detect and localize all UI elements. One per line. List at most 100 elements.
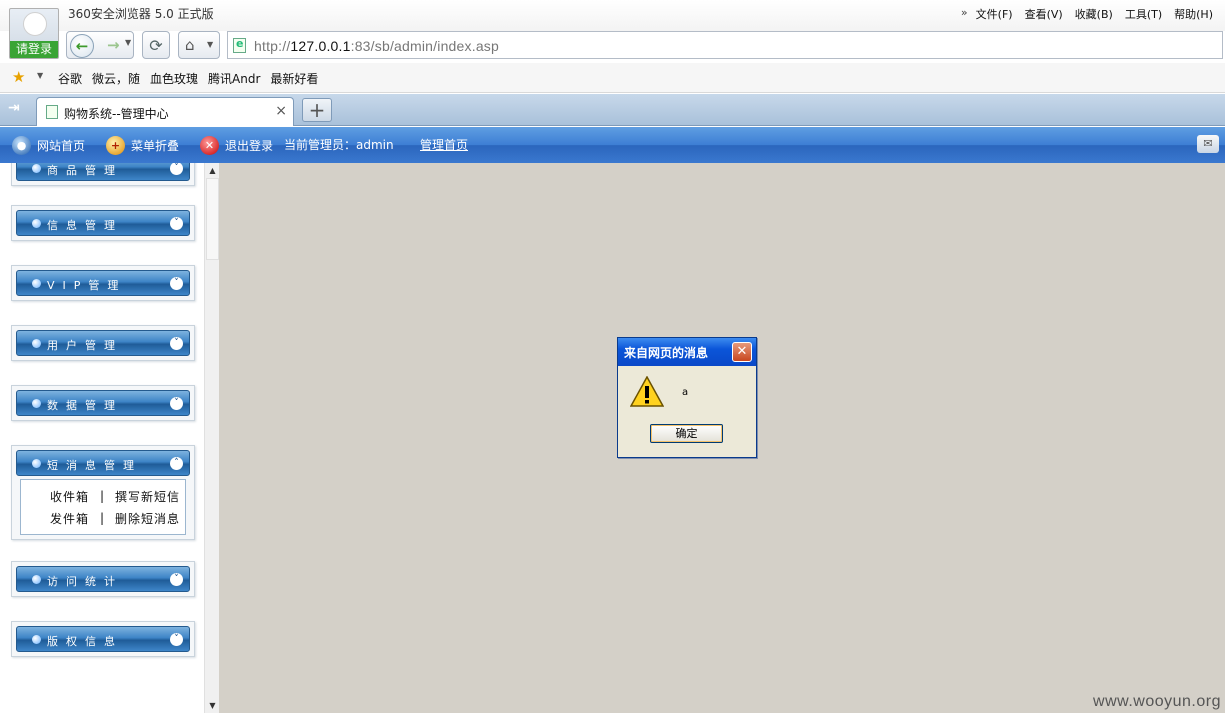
menu-header-vip[interactable]: VIP管理 ˅ [16,270,190,296]
chevron-down-icon[interactable]: ˅ [170,277,183,290]
menu-group-sms: 短消息管理 ˄ 收件箱 | 撰写新短信 发件箱 | 删除短消息 [11,445,195,540]
tab-close-icon[interactable]: × [275,103,287,119]
new-tab-button[interactable]: + [302,98,332,122]
favorites-dropdown-icon[interactable]: ▼ [37,71,43,80]
menu-favorites[interactable]: 收藏(B) [1075,6,1113,22]
bullet-icon [32,279,41,288]
fold-icon: + [106,136,125,155]
menu-title: 短消息管理 [47,459,142,472]
menu-tools[interactable]: 工具(T) [1125,6,1162,22]
delete-messages-link[interactable]: 删除短消息 [115,510,180,527]
tab-bar: ⇥ 购物系统--管理中心 × + [0,94,1225,126]
back-icon[interactable]: ← [70,34,94,58]
submenu-row: 发件箱 | 删除短消息 [21,507,185,529]
navigation-bar: ← → ▼ ⟳ ⌂ ▼ http://127.0.0.1:83/sb/admin… [62,31,1225,61]
browser-menu: » 文件(F) 查看(V) 收藏(B) 工具(T) 帮助(H) [961,6,1213,22]
menu-header-users[interactable]: 用户管理 ˅ [16,330,190,356]
forward-icon[interactable]: → [107,36,120,54]
bullet-icon [32,164,41,173]
menu-fold-link[interactable]: + 菜单折叠 [106,136,179,155]
scroll-thumb[interactable] [206,178,219,260]
bullet-icon [32,219,41,228]
watermark: www.wooyun.org [1093,693,1221,710]
menu-header-copyright[interactable]: 版权信息 ˅ [16,626,190,652]
menu-title: VIP管理 [47,279,127,292]
menu-file[interactable]: 文件(F) [976,6,1013,22]
url-host: 127.0.0.1 [290,38,351,54]
menu-more-icon[interactable]: » [961,6,968,22]
logout-link[interactable]: ✕ 退出登录 [200,136,273,155]
menu-title: 信息管理 [47,219,123,232]
home-dropdown-icon[interactable]: ▼ [207,40,213,49]
bullet-icon [32,575,41,584]
user-avatar[interactable]: 请登录 [9,8,59,59]
sms-submenu: 收件箱 | 撰写新短信 发件箱 | 删除短消息 [20,479,186,535]
page-icon [233,37,246,53]
menu-help[interactable]: 帮助(H) [1174,6,1213,22]
mail-icon[interactable]: ✉ [1197,135,1219,153]
menu-group-data: 数据管理 ˅ [11,385,195,421]
favorite-link[interactable]: 谷歌 [58,70,82,87]
url-text[interactable]: http://127.0.0.1:83/sb/admin/index.asp [254,38,499,54]
sidebar-toggle-icon[interactable]: ⇥ [8,100,20,116]
url-path: :83/sb/admin/index.asp [350,38,499,54]
favorite-link[interactable]: 微云，随 [92,70,140,87]
menu-group-users: 用户管理 ˅ [11,325,195,361]
refresh-icon: ⟳ [149,35,163,55]
chevron-down-icon[interactable]: ˅ [170,397,183,410]
inbox-link[interactable]: 收件箱 [21,488,89,505]
history-dropdown-icon[interactable]: ▼ [125,38,131,47]
chevron-down-icon[interactable]: ˅ [170,573,183,586]
admin-index-link[interactable]: 管理首页 [420,136,468,153]
home-icon: ⌂ [185,36,195,54]
chevron-down-icon[interactable]: ˅ [170,633,183,646]
dialog-message: a [682,387,689,398]
favorite-link[interactable]: 血色玫瑰 [150,70,198,87]
menu-header-goods[interactable]: 商品管理 ˅ [16,163,190,181]
tab-page-icon [46,105,58,119]
favorites-star-icon[interactable]: ★ [12,68,25,86]
chevron-down-icon[interactable]: ˅ [170,163,183,175]
menu-group-info: 信息管理 ˅ [11,205,195,241]
address-bar[interactable]: http://127.0.0.1:83/sb/admin/index.asp [227,31,1223,59]
ok-button[interactable]: 确定 [650,424,723,443]
bullet-icon [32,635,41,644]
home-button[interactable]: ⌂ ▼ [178,31,220,59]
dialog-title: 来自网页的消息 [624,346,709,360]
menu-group-vip: VIP管理 ˅ [11,265,195,301]
dialog-titlebar[interactable]: 来自网页的消息 ✕ [618,338,756,366]
admin-top-bar: ● 网站首页 + 菜单折叠 ✕ 退出登录 当前管理员：admin 管理首页 ✉ [0,127,1225,163]
browser-title: 360安全浏览器 5.0 正式版 [68,7,214,21]
bullet-icon [32,459,41,468]
chevron-down-icon[interactable]: ˅ [170,217,183,230]
menu-group-goods: 商品管理 ˅ [11,163,195,186]
favorite-link[interactable]: 最新好看 [270,70,318,87]
chevron-up-icon[interactable]: ˄ [170,457,183,470]
left-menu-scrollbar[interactable]: ▲ ▼ [204,163,219,713]
menu-header-info[interactable]: 信息管理 ˅ [16,210,190,236]
site-home-link[interactable]: ● 网站首页 [12,136,85,155]
scroll-up-icon[interactable]: ▲ [205,163,220,178]
menu-header-sms[interactable]: 短消息管理 ˄ [16,450,190,476]
separator: | [99,489,105,503]
tab-admin-center[interactable]: 购物系统--管理中心 × [36,97,294,126]
alert-dialog: 来自网页的消息 ✕ a 确定 [617,337,757,458]
menu-title: 商品管理 [47,164,123,177]
login-label[interactable]: 请登录 [10,41,58,58]
menu-title: 用户管理 [47,339,123,352]
menu-header-stats[interactable]: 访问统计 ˅ [16,566,190,592]
outbox-link[interactable]: 发件箱 [21,510,89,527]
scroll-down-icon[interactable]: ▼ [205,698,220,713]
chevron-down-icon[interactable]: ˅ [170,337,183,350]
refresh-button[interactable]: ⟳ [142,31,170,59]
menu-header-data[interactable]: 数据管理 ˅ [16,390,190,416]
browser-titlebar: 360安全浏览器 5.0 正式版 » 文件(F) 查看(V) 收藏(B) 工具(… [0,0,1225,31]
close-icon[interactable]: ✕ [732,342,752,362]
compose-link[interactable]: 撰写新短信 [115,488,180,505]
avatar-icon [23,12,47,36]
warning-icon [630,376,664,407]
menu-view[interactable]: 查看(V) [1025,6,1063,22]
menu-title: 访问统计 [47,575,123,588]
favorite-link[interactable]: 腾讯Andr [208,70,260,87]
url-scheme: http:// [254,38,291,54]
